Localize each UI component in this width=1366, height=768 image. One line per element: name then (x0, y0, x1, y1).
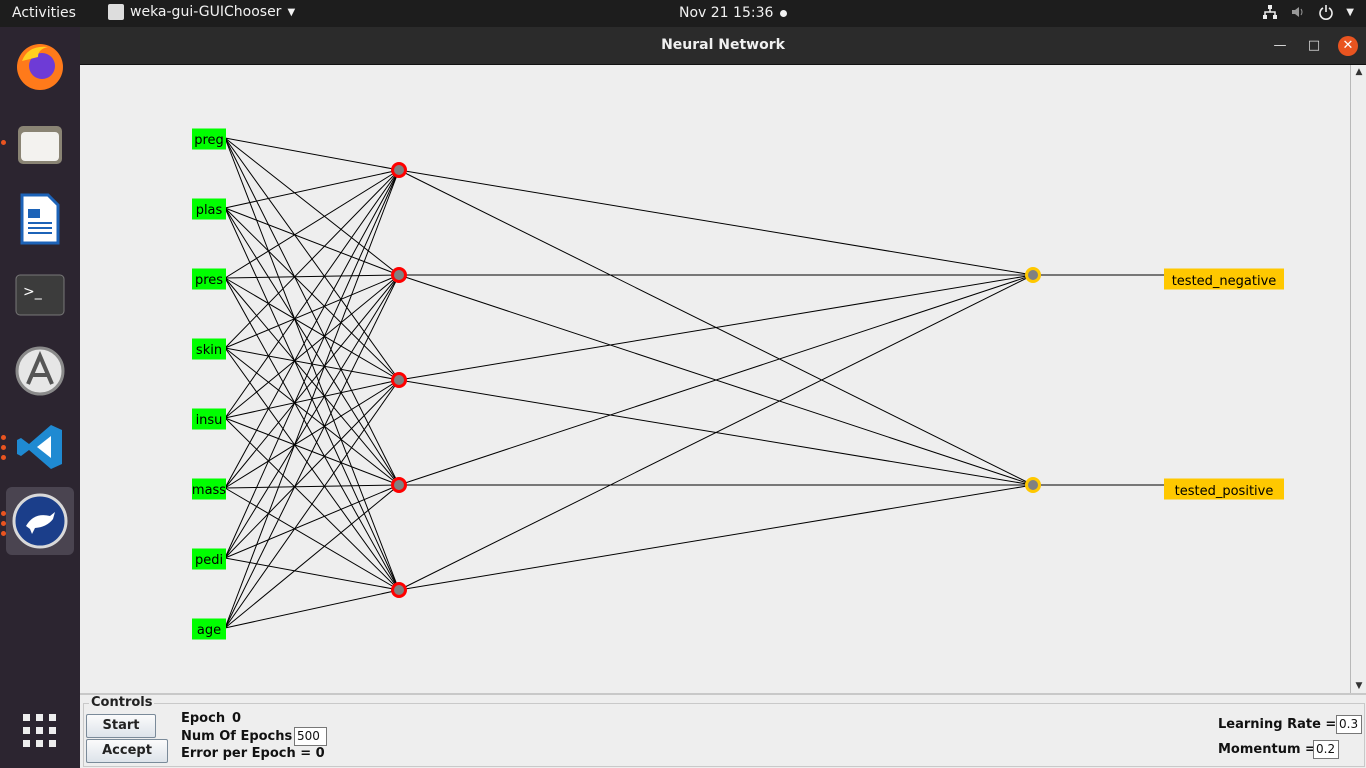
weka-app-icon (108, 4, 124, 20)
input-node-pres[interactable]: pres (195, 273, 223, 288)
epoch-value: 0 (232, 711, 242, 726)
software-center-icon (15, 346, 65, 396)
num-epochs-label: Num Of Epochs (181, 729, 293, 744)
connection-line (224, 379, 400, 559)
start-button[interactable]: Start (86, 714, 156, 738)
connection-line (398, 484, 1034, 591)
scroll-down-icon[interactable]: ▼ (1351, 679, 1366, 693)
volume-icon[interactable] (1290, 4, 1306, 24)
hidden-node-core (394, 480, 404, 490)
connection-line (398, 169, 1034, 276)
learning-rate-field[interactable]: 0.3 (1336, 715, 1362, 734)
input-node-mass[interactable]: mass (192, 483, 226, 498)
output-node-core (1028, 270, 1038, 280)
network-canvas[interactable]: preg plas pres skin insu mass pedi age tested_ne… (80, 65, 1350, 693)
neural-network-window: Neural Network — □ ✕ preg plas pres skin ins… (80, 27, 1366, 768)
connection-line (224, 274, 400, 279)
vertical-scrollbar[interactable]: ▲ ▼ (1350, 65, 1366, 693)
output-node-core (1028, 480, 1038, 490)
connection-line (224, 169, 400, 629)
chevron-down-icon[interactable]: ▼ (1346, 4, 1354, 24)
connection-line (224, 169, 400, 349)
connection-line (224, 169, 400, 559)
dock-terminal[interactable]: >_ (6, 261, 74, 329)
hidden-node-core (394, 270, 404, 280)
app-menu[interactable]: weka-gui-GUIChooser ▼ (108, 4, 295, 20)
dock-show-apps[interactable] (6, 697, 74, 765)
input-node-insu[interactable]: insu (196, 413, 223, 428)
window-titlebar[interactable]: Neural Network — □ ✕ (80, 27, 1366, 65)
connection-line (398, 274, 1034, 591)
dock-software[interactable] (6, 337, 74, 405)
epoch-label: Epoch (181, 711, 226, 726)
num-epochs-field[interactable]: 500 (294, 727, 327, 746)
network-graph: preg plas pres skin insu mass pedi age tested_ne… (192, 128, 1284, 640)
firefox-icon (17, 44, 63, 90)
learning-rate-label: Learning Rate = (1218, 717, 1337, 732)
system-tray[interactable]: ▼ (1262, 4, 1354, 24)
dock-vscode[interactable] (6, 413, 74, 481)
connection-line (224, 589, 400, 629)
connection-line (224, 484, 400, 629)
dock: >_ (0, 27, 80, 768)
minimize-button[interactable]: — (1270, 36, 1290, 56)
input-node-age[interactable]: age (197, 623, 221, 638)
accept-button[interactable]: Accept (86, 739, 168, 763)
class-label-tested_negative[interactable]: tested_negative (1172, 274, 1277, 289)
app-menu-label: weka-gui-GUIChooser (130, 4, 282, 20)
divider (80, 693, 1366, 695)
input-node-plas[interactable]: plas (196, 203, 223, 218)
momentum-label: Momentum = (1218, 742, 1316, 757)
vscode-icon (17, 425, 62, 469)
class-label-tested_positive[interactable]: tested_positive (1175, 484, 1274, 499)
window-title: Neural Network (661, 37, 785, 53)
libreoffice-writer-icon (20, 193, 60, 245)
activities-button[interactable]: Activities (12, 5, 76, 21)
power-icon[interactable] (1318, 4, 1334, 24)
hidden-node-core (394, 585, 404, 595)
connection-line (224, 274, 400, 349)
input-node-pedi[interactable]: pedi (195, 553, 223, 568)
hidden-node-core (394, 375, 404, 385)
chevron-down-icon: ▼ (287, 6, 296, 18)
dock-firefox[interactable] (6, 33, 74, 101)
input-node-preg[interactable]: preg (194, 133, 224, 148)
controls-legend: Controls (89, 695, 155, 710)
hidden-node-core (394, 165, 404, 175)
dock-writer[interactable] (6, 185, 74, 253)
connection-line (224, 137, 400, 171)
weka-icon (12, 493, 68, 549)
connection-line (224, 484, 400, 489)
svg-text:>_: >_ (23, 284, 43, 300)
scroll-up-icon[interactable]: ▲ (1351, 65, 1366, 79)
error-per-epoch-label: Error per Epoch = 0 (181, 746, 325, 761)
app-grid-icon (23, 714, 56, 747)
terminal-icon: >_ (15, 274, 65, 316)
maximize-button[interactable]: □ (1304, 36, 1324, 56)
input-node-skin[interactable]: skin (196, 343, 222, 358)
controls-panel: Controls Start Accept Epoch 0 Num Of Epo… (83, 695, 1365, 767)
network-icon[interactable] (1262, 4, 1278, 24)
top-bar: Activities weka-gui-GUIChooser ▼ Nov 21 … (0, 0, 1366, 27)
connection-line (398, 274, 1034, 381)
momentum-field[interactable]: 0.2 (1313, 740, 1339, 759)
notification-dot-icon (780, 10, 787, 17)
dock-weka[interactable] (6, 487, 74, 555)
dock-files[interactable] (6, 109, 74, 177)
clock[interactable]: Nov 21 15:36 (679, 5, 773, 21)
connection-line (224, 169, 400, 279)
close-button[interactable]: ✕ (1338, 36, 1358, 56)
files-icon (18, 126, 62, 164)
